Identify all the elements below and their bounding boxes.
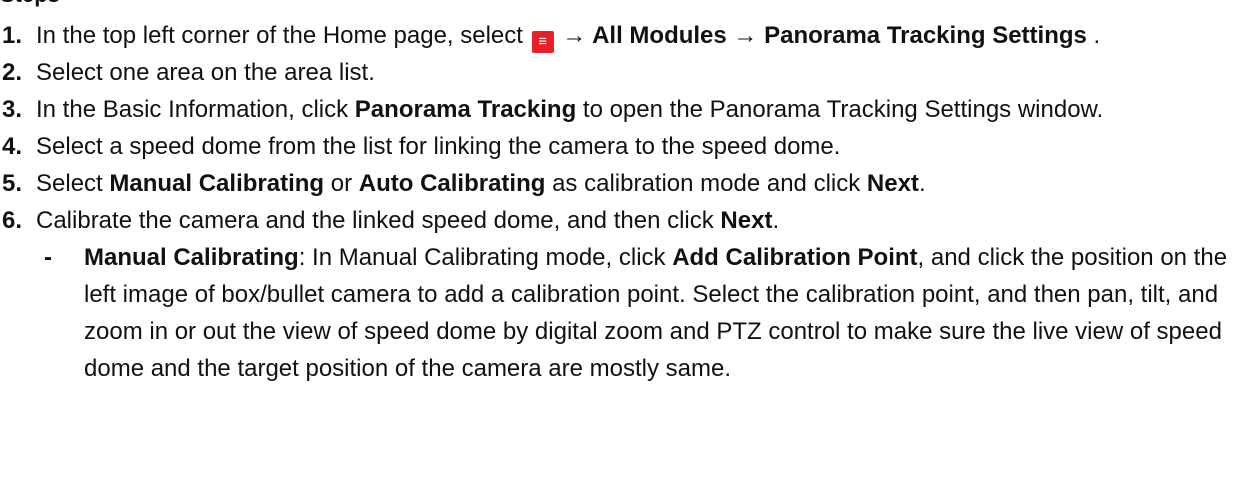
step-text: Select one area on the area list. — [36, 59, 375, 86]
menu-icon: ≡ — [531, 31, 554, 53]
step-4: 4. Select a speed dome from the list for… — [0, 128, 1255, 165]
step-number: 5. — [2, 170, 23, 197]
panorama-tracking-label: Panorama Tracking — [354, 96, 577, 123]
step-text: In the Basic Information, click Panorama… — [36, 96, 1104, 123]
step-text: In the top left corner of the Home page,… — [36, 17, 1255, 54]
step-6: 6. Calibrate the camera and the linked s… — [0, 202, 1255, 239]
manual-calibrating-label: Manual Calibrating — [84, 244, 299, 271]
next-label: Next — [720, 207, 773, 234]
steps-heading: Steps — [0, 0, 60, 8]
step-1: 1. In the top left corner of the Home pa… — [0, 17, 1255, 54]
all-modules-label: All Modules — [592, 22, 727, 49]
step-text: Calibrate the camera and the linked spee… — [36, 207, 780, 234]
next-label: Next — [866, 170, 919, 197]
auto-calibrating-label: Auto Calibrating — [358, 170, 546, 197]
step-number: 6. — [2, 207, 23, 234]
step-number: 3. — [2, 96, 23, 123]
step-number: 2. — [2, 59, 23, 86]
step-number: 1. — [2, 22, 23, 49]
manual-calibrating-label: Manual Calibrating — [109, 170, 325, 197]
step-2: 2. Select one area on the area list. — [0, 54, 1255, 91]
step-text: Select a speed dome from the list for li… — [36, 133, 841, 160]
add-calibration-point-label: Add Calibration Point — [672, 244, 918, 271]
step-text: Select Manual Calibrating or Auto Calibr… — [36, 170, 926, 197]
step-number: 4. — [2, 133, 23, 160]
panorama-tracking-settings-label: Panorama Tracking Settings — [764, 22, 1087, 49]
substep-manual-calibrating: - Manual Calibrating: In Manual Calibrat… — [0, 239, 1255, 387]
step-5: 5. Select Manual Calibrating or Auto Cal… — [0, 165, 1255, 202]
substep-text: Manual Calibrating: In Manual Calibratin… — [84, 244, 1228, 382]
steps-list: 1. In the top left corner of the Home pa… — [0, 17, 1255, 387]
step-3: 3. In the Basic Information, click Panor… — [0, 91, 1255, 128]
bullet-dash: - — [44, 244, 52, 271]
